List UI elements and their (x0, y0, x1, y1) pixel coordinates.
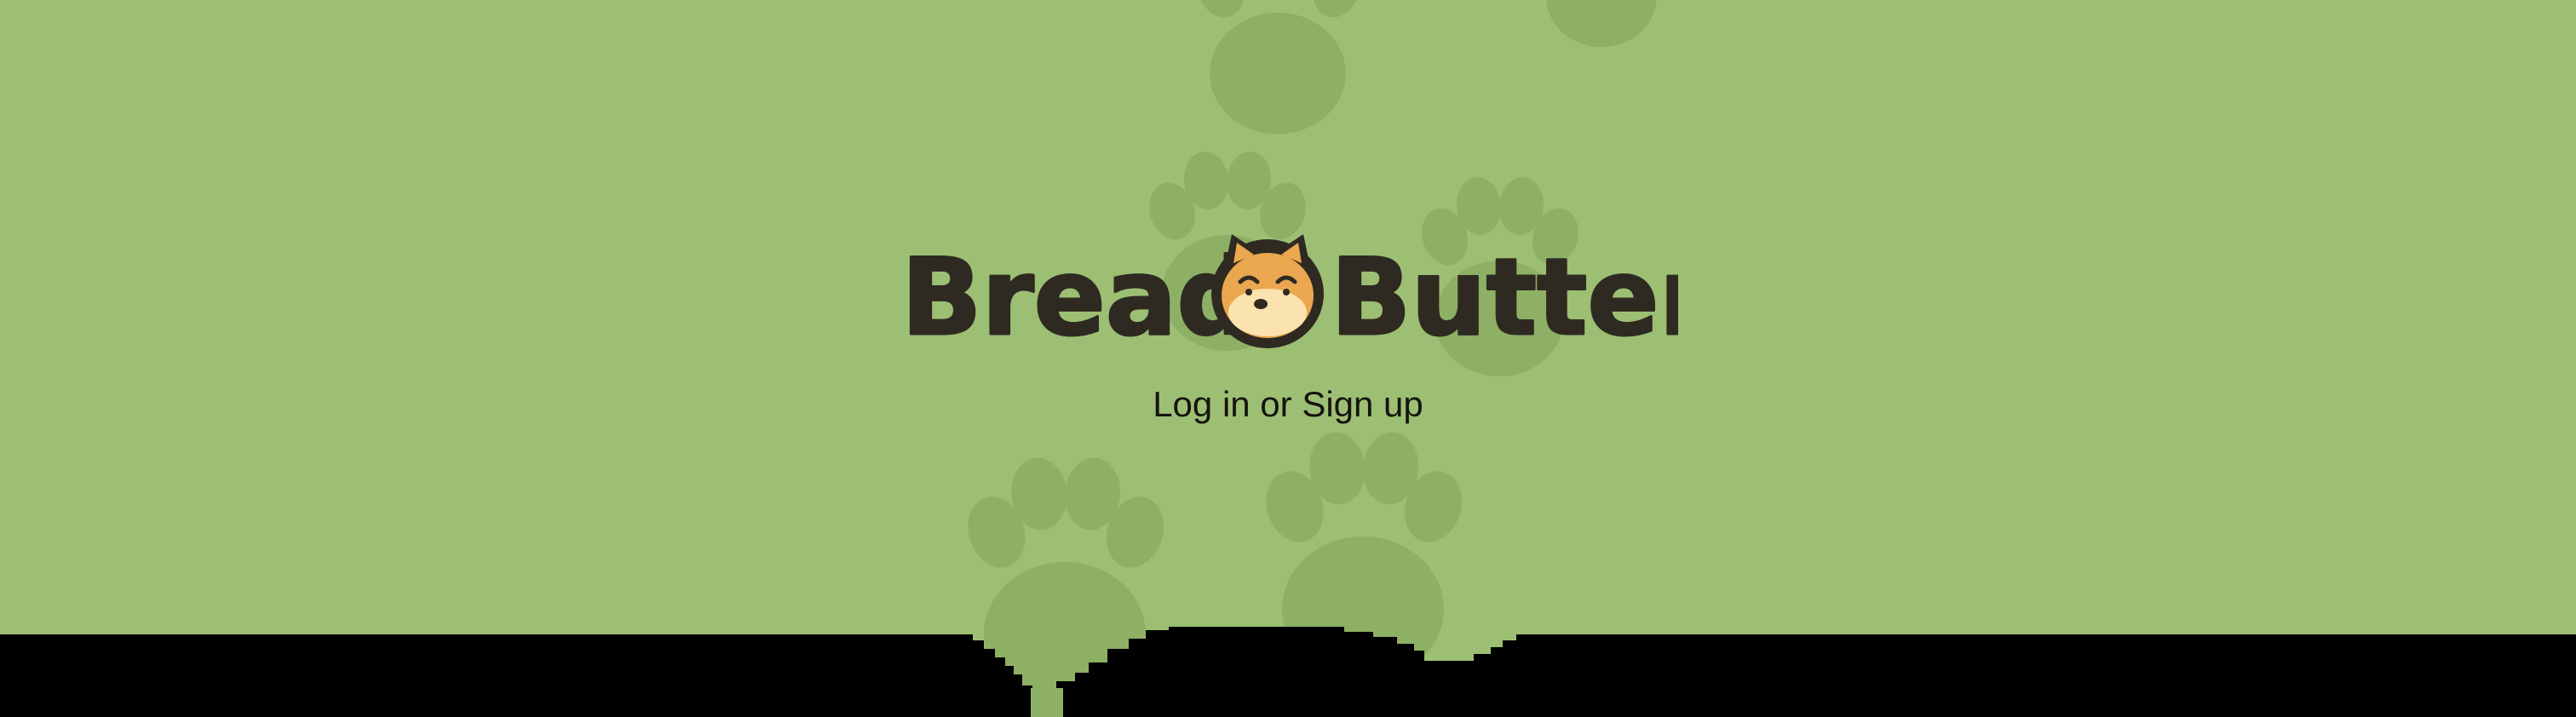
brand-word-butter: Butter (1331, 237, 1678, 358)
brand-logo: Bread Butter (894, 230, 1678, 358)
bottom-band (0, 627, 2576, 717)
shiba-dog-face-icon (1211, 234, 1324, 348)
hero-background (0, 0, 2576, 717)
brand-word-bread: Bread (901, 237, 1252, 358)
band-gap (1031, 688, 1063, 717)
login-signup-link[interactable]: Log in or Sign up (1118, 381, 1458, 427)
hero-section: Bread Butter Log in or Sign up (0, 0, 2576, 717)
